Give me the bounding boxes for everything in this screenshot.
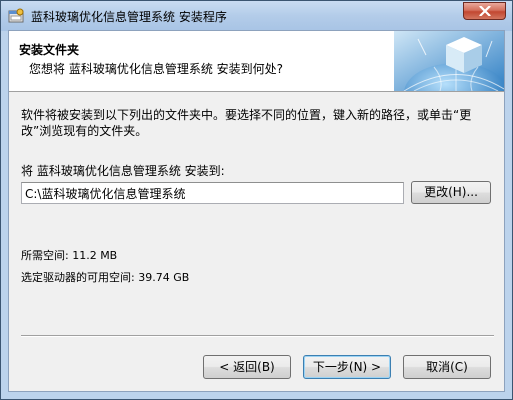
page-title: 安装文件夹 [19,43,80,57]
installer-window: 蓝科玻璃优化信息管理系统 安装程序 安装文件夹 您想将 蓝科玻璃优化信息管理系统… [0,0,513,400]
change-folder-button[interactable]: 更改(H)... [411,181,491,204]
back-button[interactable]: < 返回(B) [203,355,291,379]
install-description: 软件将被安装到以下列出的文件夹中。要选择不同的位置，键入新的路径，或单击“更改”… [21,108,472,138]
dialog-client-area: 安装文件夹 您想将 蓝科玻璃优化信息管理系统 安装到何处? 软件将被安装到以下列… [8,30,505,392]
window-title: 蓝科玻璃优化信息管理系统 安装程序 [31,10,227,24]
cancel-button[interactable]: 取消(C) [403,355,491,379]
page-subtitle: 您想将 蓝科玻璃优化信息管理系统 安装到何处? [29,62,283,76]
footer-separator [21,335,494,337]
close-icon [479,6,491,16]
next-button[interactable]: 下一步(N) > [303,355,391,379]
globe-cube-graphic [394,31,504,91]
space-available-text: 选定驱动器的可用空间: 39.74 GB [21,271,190,284]
space-required-text: 所需空间: 11.2 MB [21,249,118,262]
installer-app-icon [8,8,24,23]
install-path-input[interactable] [21,182,404,204]
title-bar[interactable]: 蓝科玻璃优化信息管理系统 安装程序 [1,1,512,31]
header-band: 安装文件夹 您想将 蓝科玻璃优化信息管理系统 安装到何处? [9,31,504,92]
install-location-label: 将 蓝科玻璃优化信息管理系统 安装到: [21,164,225,178]
close-button[interactable] [463,2,506,20]
